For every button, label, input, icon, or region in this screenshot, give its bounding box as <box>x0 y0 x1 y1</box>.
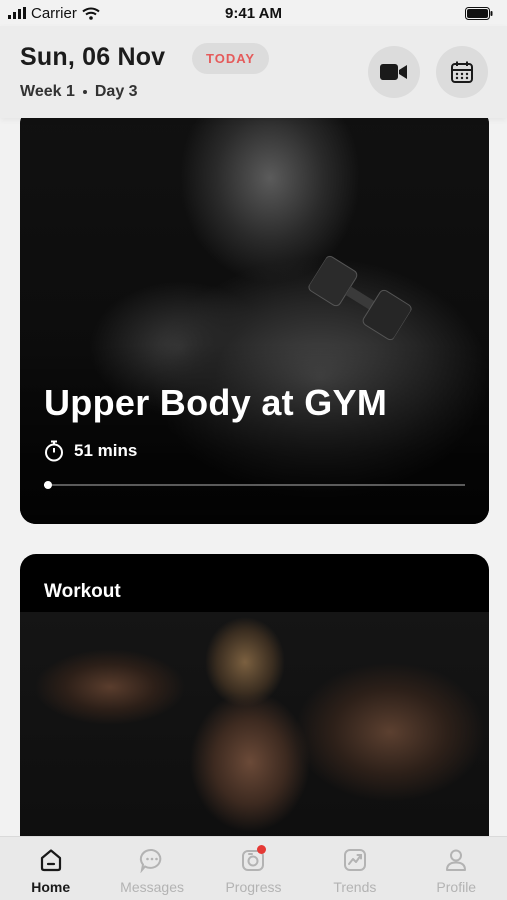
calendar-icon <box>451 61 473 83</box>
duration-text: 51 mins <box>74 441 138 460</box>
day-label: Day 3 <box>94 83 138 100</box>
battery-icon <box>465 6 493 20</box>
status-right <box>465 6 493 20</box>
today-badge[interactable]: TODAY <box>192 43 270 74</box>
tab-progress[interactable]: Progress <box>203 845 303 895</box>
status-bar: Carrier 9:41 AM <box>0 0 507 26</box>
camera-progress-icon <box>238 845 268 875</box>
tab-home[interactable]: Home <box>1 845 101 895</box>
tab-profile[interactable]: Profile <box>406 845 506 895</box>
trend-chart-icon <box>340 845 370 875</box>
week-day-line: Week 1 Day 3 <box>20 83 138 101</box>
chat-icon <box>137 845 167 875</box>
hero-gradient-overlay <box>20 344 489 524</box>
video-camera-icon <box>380 64 407 80</box>
user-icon <box>441 845 471 875</box>
tab-messages-label: Messages <box>120 879 184 895</box>
tab-trends-label: Trends <box>333 879 377 895</box>
tab-progress-label: Progress <box>225 879 282 895</box>
workout-section-card[interactable]: Workout <box>20 554 489 836</box>
carrier-label: Carrier <box>31 4 77 22</box>
home-icon <box>36 845 66 875</box>
tab-trends[interactable]: Trends <box>305 845 405 895</box>
week-label: Week 1 <box>20 83 75 100</box>
header: Sun, 06 Nov TODAY Week 1 Day 3 <box>0 26 507 118</box>
signal-icon <box>8 7 26 19</box>
workout-hero-card[interactable]: Upper Body at GYM 51 mins <box>20 118 489 524</box>
calendar-button[interactable] <box>436 46 488 98</box>
wifi-icon <box>82 7 100 20</box>
tab-profile-label: Profile <box>436 879 477 895</box>
workout-progress-track <box>44 481 465 489</box>
date-title: Sun, 06 Nov <box>20 43 166 71</box>
workout-duration: 51 mins <box>44 440 137 462</box>
tab-messages[interactable]: Messages <box>102 845 202 895</box>
tab-home-label: Home <box>31 879 71 895</box>
video-button[interactable] <box>368 46 420 98</box>
workout-section-title: Workout <box>44 581 121 602</box>
bottom-tab-bar: Home Messages Progress Trends Profile <box>0 836 507 900</box>
separator-dot <box>82 90 87 94</box>
stopwatch-icon <box>45 440 63 462</box>
status-left: Carrier <box>8 5 100 22</box>
feed-content[interactable]: Upper Body at GYM 51 mins Workout <box>0 118 507 836</box>
workout-title: Upper Body at GYM <box>44 382 388 423</box>
app-screen: Carrier 9:41 AM Sun, 06 Nov TODAY Week 1… <box>0 0 507 900</box>
workout-photo <box>20 612 489 836</box>
